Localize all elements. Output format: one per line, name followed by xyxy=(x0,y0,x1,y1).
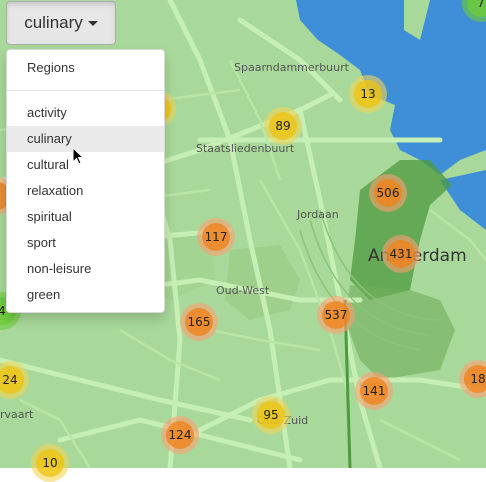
cluster-count: 7 xyxy=(467,0,486,17)
menu-item-non-leisure[interactable]: non-leisure xyxy=(7,256,164,282)
cluster-marker[interactable]: 89 xyxy=(264,107,302,145)
cluster-count: 141 xyxy=(360,377,388,405)
category-dropdown-menu: Regions activity culinary cultural relax… xyxy=(6,49,165,313)
cluster-count: 24 xyxy=(0,366,24,394)
place-label-spaarndammerbuurt: Spaarndammerbuurt xyxy=(234,61,349,74)
menu-item-relaxation[interactable]: relaxation xyxy=(7,178,164,204)
mouse-cursor-icon xyxy=(72,147,84,165)
menu-item-cultural[interactable]: cultural xyxy=(7,152,164,178)
cluster-marker[interactable]: 506 xyxy=(369,174,407,212)
place-label-overtoomse-veld: rvaart xyxy=(0,408,34,421)
cluster-marker[interactable]: 431 xyxy=(382,235,420,273)
cluster-count: 89 xyxy=(269,112,297,140)
cluster-count: 95 xyxy=(257,401,285,429)
cluster-count: 124 xyxy=(166,421,194,449)
menu-divider xyxy=(7,90,164,91)
cluster-count: 506 xyxy=(374,179,402,207)
menu-item-sport[interactable]: sport xyxy=(7,230,164,256)
caret-down-icon xyxy=(87,20,98,26)
menu-item-regions[interactable]: Regions xyxy=(7,55,164,81)
menu-item-culinary[interactable]: culinary xyxy=(7,126,164,152)
cluster-count: 13 xyxy=(354,80,382,108)
cluster-marker[interactable]: 141 xyxy=(355,372,393,410)
cluster-marker[interactable]: 10 xyxy=(31,444,69,482)
menu-item-spiritual[interactable]: spiritual xyxy=(7,204,164,230)
cluster-marker[interactable]: 124 xyxy=(161,416,199,454)
cluster-count: 18 xyxy=(464,365,486,393)
cluster-count: 431 xyxy=(387,240,415,268)
cluster-count: 537 xyxy=(322,301,350,329)
cluster-marker[interactable]: 13 xyxy=(349,75,387,113)
cluster-marker[interactable]: 537 xyxy=(317,296,355,334)
cluster-marker[interactable]: 95 xyxy=(252,396,290,434)
place-label-jordaan: Jordaan xyxy=(297,208,339,221)
menu-item-activity[interactable]: activity xyxy=(7,100,164,126)
cluster-count: 10 xyxy=(36,449,64,477)
cluster-count: 165 xyxy=(185,308,213,336)
cluster-count: 117 xyxy=(202,223,230,251)
menu-item-green[interactable]: green xyxy=(7,282,164,308)
cluster-marker[interactable]: 165 xyxy=(180,303,218,341)
cluster-marker[interactable]: 117 xyxy=(197,218,235,256)
category-dropdown-button[interactable]: culinary xyxy=(6,1,116,45)
category-dropdown-label: culinary xyxy=(24,13,83,32)
place-label-oud-west: Oud-West xyxy=(216,284,270,297)
